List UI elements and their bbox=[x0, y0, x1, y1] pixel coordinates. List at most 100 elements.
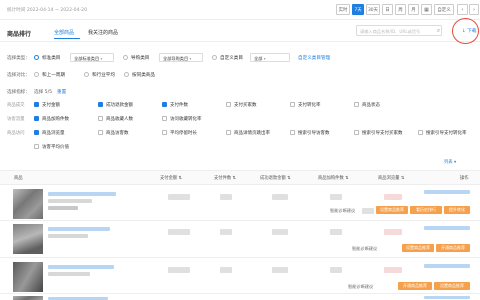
pay-amount-value bbox=[168, 194, 190, 200]
custom-category-select[interactable]: 全部 ▾ bbox=[250, 53, 290, 62]
metric-checkbox[interactable] bbox=[290, 102, 295, 107]
column-header-pay-count[interactable]: 支付件数 ⇅ bbox=[214, 175, 236, 181]
type-filter-label: 选择类型： bbox=[7, 56, 30, 61]
improve-conversion-button[interactable]: 提升转化 bbox=[444, 206, 470, 214]
product-thumbnail[interactable] bbox=[13, 224, 43, 254]
metric-checkbox[interactable] bbox=[34, 102, 39, 107]
metric-checkbox-label: 支付金额 bbox=[42, 103, 60, 108]
views-value bbox=[384, 194, 402, 200]
metric-checkbox[interactable] bbox=[162, 130, 167, 135]
views-value bbox=[384, 267, 402, 273]
metric-checkbox[interactable] bbox=[354, 102, 359, 107]
range-day-button[interactable]: 日 bbox=[382, 4, 393, 15]
prev-arrow-icon[interactable]: ‹ bbox=[457, 4, 468, 15]
pay-count-value bbox=[220, 267, 232, 273]
metric-checkbox[interactable] bbox=[162, 116, 167, 121]
refund-value bbox=[272, 229, 288, 235]
range-month-button[interactable]: 月 bbox=[408, 4, 419, 15]
metric-checkbox-label: 访问收藏转化率 bbox=[170, 117, 202, 122]
metric-checkbox[interactable] bbox=[226, 130, 231, 135]
column-header-cart[interactable]: 商品加购件数 ⇅ bbox=[318, 175, 349, 181]
product-thumbnail[interactable] bbox=[13, 296, 43, 300]
analysis-label: 智能诊断建议 bbox=[352, 246, 378, 251]
product-name[interactable] bbox=[48, 192, 116, 196]
row-top-link[interactable] bbox=[424, 226, 470, 230]
product-name[interactable] bbox=[48, 227, 110, 231]
column-header-pay-amount[interactable]: 支付金额 ⇅ bbox=[160, 175, 182, 181]
range-week-button[interactable]: 周 bbox=[395, 4, 406, 15]
metric-checkbox-label: 商品浏览量 bbox=[42, 131, 65, 136]
metric-checkbox[interactable] bbox=[98, 130, 103, 135]
standard-category-label: 标准类目 bbox=[42, 56, 61, 61]
stat-time: 统计时间 2022-04-14 ~ 2022-04-20 bbox=[7, 8, 87, 13]
metric-checkbox[interactable] bbox=[226, 102, 231, 107]
metric-checkbox-label: 平均停留时长 bbox=[170, 131, 197, 136]
chevron-down-icon: ▾ bbox=[189, 56, 192, 61]
metric-checkbox[interactable] bbox=[98, 116, 103, 121]
enable-recommend-button[interactable]: 开通商品推荐 bbox=[398, 282, 432, 290]
guide-category-radio[interactable] bbox=[123, 55, 128, 60]
history-rank-button[interactable]: 看历史排行 bbox=[410, 206, 442, 214]
metric-reset-link[interactable]: 重置 bbox=[57, 89, 66, 95]
page-title: 商品排行 bbox=[7, 31, 32, 38]
cart-value bbox=[330, 267, 342, 273]
compare-similar-label: 按同类商品 bbox=[132, 73, 155, 78]
tab-all-products[interactable]: 全部商品 bbox=[54, 29, 74, 36]
standard-category-select[interactable]: 全部标准类目 ▾ bbox=[70, 53, 114, 62]
enable-recommend-button[interactable]: 开通商品推荐 bbox=[436, 244, 470, 252]
search-input[interactable]: 请输入商品名称/ID、URL或货号 bbox=[356, 25, 442, 36]
metric-group-label: 访客流量 bbox=[7, 117, 25, 122]
metric-checkbox[interactable] bbox=[34, 144, 39, 149]
set-recommend-button[interactable]: 设置商品推荐 bbox=[434, 282, 470, 290]
metric-checkbox-label: 支付转化率 bbox=[298, 103, 321, 108]
standard-category-value: 全部标准类目 bbox=[74, 55, 100, 61]
set-recommend-button[interactable]: 设置商品推荐 bbox=[376, 206, 408, 214]
range-realtime-button[interactable]: 实时 bbox=[336, 4, 350, 15]
metric-checkbox-label: 搜索引导支付转化率 bbox=[426, 131, 467, 136]
compare-previous-radio[interactable] bbox=[34, 72, 39, 77]
compare-filter-label: 选择对比： bbox=[7, 73, 30, 78]
analysis-label: 智能诊断建议 bbox=[330, 208, 356, 213]
product-thumbnail[interactable] bbox=[13, 189, 43, 219]
standard-category-radio[interactable] bbox=[34, 55, 39, 60]
row-top-link[interactable] bbox=[424, 190, 470, 194]
column-header-actions: 操作 bbox=[460, 176, 469, 181]
guide-category-label: 导购类目 bbox=[131, 56, 150, 61]
column-header-refund[interactable]: 成功退款金额 ⇅ bbox=[260, 175, 291, 181]
metric-checkbox[interactable] bbox=[290, 130, 295, 135]
column-header-views[interactable]: 商品浏览量 ⇅ bbox=[378, 175, 404, 181]
custom-category-radio[interactable] bbox=[212, 55, 217, 60]
row-top-link[interactable] bbox=[424, 264, 470, 268]
metric-filter-label: 选择指标： bbox=[7, 90, 30, 95]
metric-checkbox[interactable] bbox=[354, 130, 359, 135]
guide-category-select[interactable]: 全部导购类目 ▾ bbox=[159, 53, 203, 62]
tab-followed-products[interactable]: 我关注的商品 bbox=[88, 29, 118, 36]
refund-value bbox=[272, 194, 288, 200]
product-id bbox=[48, 272, 90, 276]
product-thumbnail[interactable] bbox=[13, 262, 43, 292]
set-recommend-button[interactable]: 设置商品推荐 bbox=[402, 244, 434, 252]
metric-checkbox[interactable] bbox=[34, 130, 39, 135]
chevron-down-icon: ▾ bbox=[263, 56, 266, 61]
range-30day-button[interactable]: 30天 bbox=[366, 4, 380, 15]
list-view-toggle[interactable]: 列表 ▾ bbox=[444, 159, 456, 165]
compare-similar-radio[interactable] bbox=[124, 72, 129, 77]
metric-checkbox[interactable] bbox=[34, 116, 39, 121]
metric-checkbox[interactable] bbox=[98, 102, 103, 107]
custom-range-button[interactable]: 自定义 bbox=[434, 4, 454, 15]
pay-amount-value bbox=[168, 229, 190, 235]
metric-checkbox-label: 支付买家数 bbox=[234, 103, 257, 108]
metric-checkbox-label: 成功退款金额 bbox=[106, 103, 133, 108]
search-icon[interactable]: ⌕ bbox=[434, 26, 443, 35]
next-arrow-icon[interactable]: › bbox=[469, 4, 479, 15]
compare-industry-label: 和行业平均 bbox=[92, 73, 115, 78]
row-top-link[interactable] bbox=[424, 296, 470, 299]
metric-checkbox[interactable] bbox=[162, 102, 167, 107]
compare-industry-radio[interactable] bbox=[84, 72, 89, 77]
calendar-icon[interactable]: ▦ bbox=[421, 4, 432, 15]
analysis-blur bbox=[362, 208, 374, 214]
custom-category-manage-link[interactable]: 自定义类目管理 bbox=[298, 55, 330, 61]
range-7day-button[interactable]: 7天 bbox=[352, 4, 364, 15]
metric-checkbox[interactable] bbox=[418, 130, 423, 135]
product-name[interactable] bbox=[48, 265, 114, 269]
